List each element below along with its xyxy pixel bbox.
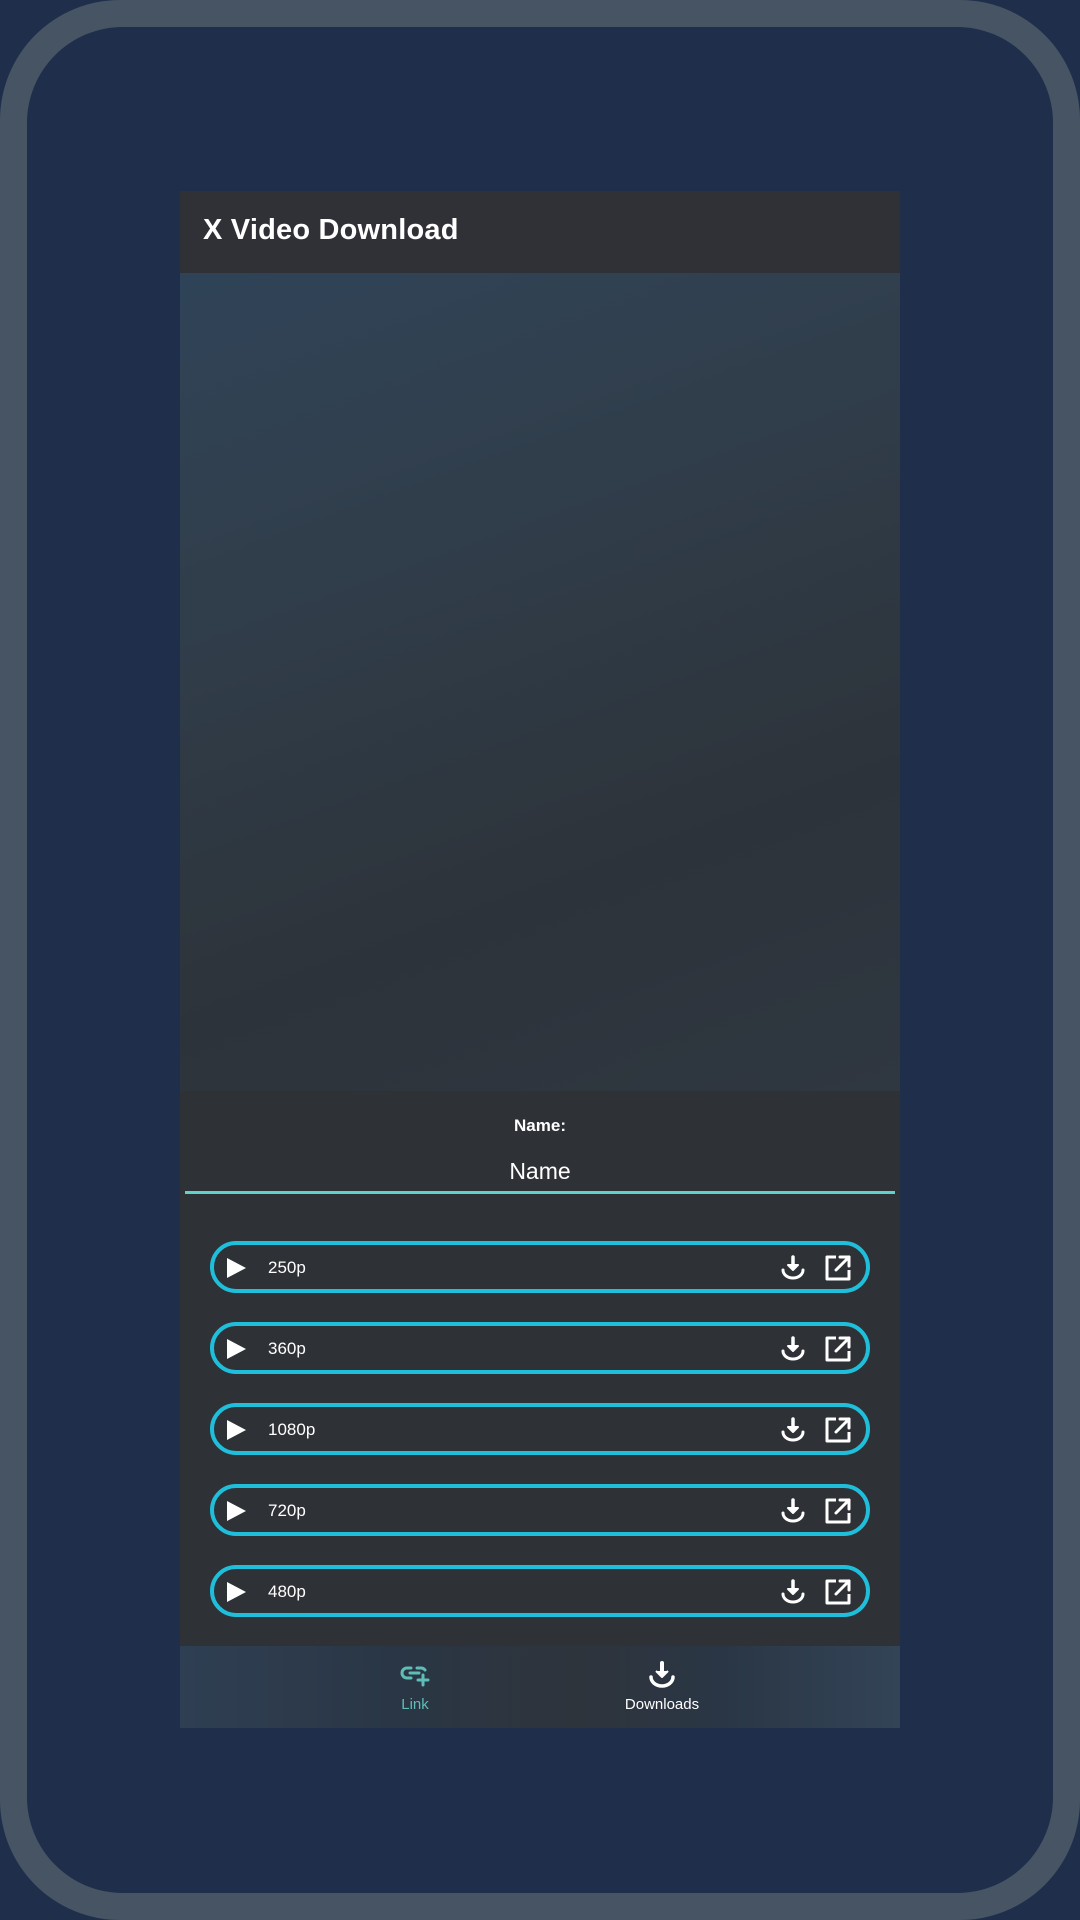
nav-item-downloads[interactable]: Downloads	[602, 1660, 722, 1713]
play-icon[interactable]	[224, 1499, 248, 1523]
download-icon[interactable]	[780, 1336, 806, 1362]
name-input[interactable]	[185, 1151, 895, 1191]
play-icon[interactable]	[224, 1337, 248, 1361]
name-input-container	[185, 1151, 895, 1194]
name-label: Name:	[514, 1116, 566, 1135]
app-title: X Video Download	[203, 214, 459, 246]
nav-label-downloads: Downloads	[624, 1696, 700, 1713]
bottom-navigation: Link Downloads	[180, 1646, 900, 1728]
quality-label: 250p	[268, 1258, 306, 1277]
video-preview-area	[180, 273, 900, 1091]
quality-label: 720p	[268, 1501, 306, 1520]
link-add-icon	[400, 1666, 430, 1687]
download-icon[interactable]	[780, 1579, 806, 1605]
app-window: X Video Download Name: 250p 360p	[180, 191, 900, 1728]
download-icon[interactable]	[780, 1417, 806, 1443]
nav-item-link[interactable]: Link	[355, 1660, 475, 1713]
quality-label: 360p	[268, 1339, 306, 1358]
open-external-icon[interactable]	[824, 1416, 852, 1444]
open-external-icon[interactable]	[824, 1497, 852, 1525]
quality-label: 480p	[268, 1582, 306, 1601]
quality-row: 480p	[210, 1565, 870, 1617]
open-external-icon[interactable]	[824, 1335, 852, 1363]
play-icon[interactable]	[224, 1418, 248, 1442]
play-icon[interactable]	[224, 1256, 248, 1280]
nav-label-link: Link	[401, 1696, 429, 1713]
quality-label: 1080p	[268, 1420, 316, 1439]
top-app-bar: X Video Download	[180, 191, 900, 273]
quality-row: 720p	[210, 1484, 870, 1536]
quality-row: 360p	[210, 1322, 870, 1374]
download-icon[interactable]	[780, 1498, 806, 1524]
quality-row: 1080p	[210, 1403, 870, 1455]
quality-row: 250p	[210, 1241, 870, 1293]
open-external-icon[interactable]	[824, 1578, 852, 1606]
open-external-icon[interactable]	[824, 1254, 852, 1282]
download-icon[interactable]	[780, 1255, 806, 1281]
quality-list: 250p 360p 1080p 720p 480p	[210, 1241, 870, 1646]
play-icon[interactable]	[224, 1580, 248, 1604]
download-icon	[649, 1661, 675, 1688]
